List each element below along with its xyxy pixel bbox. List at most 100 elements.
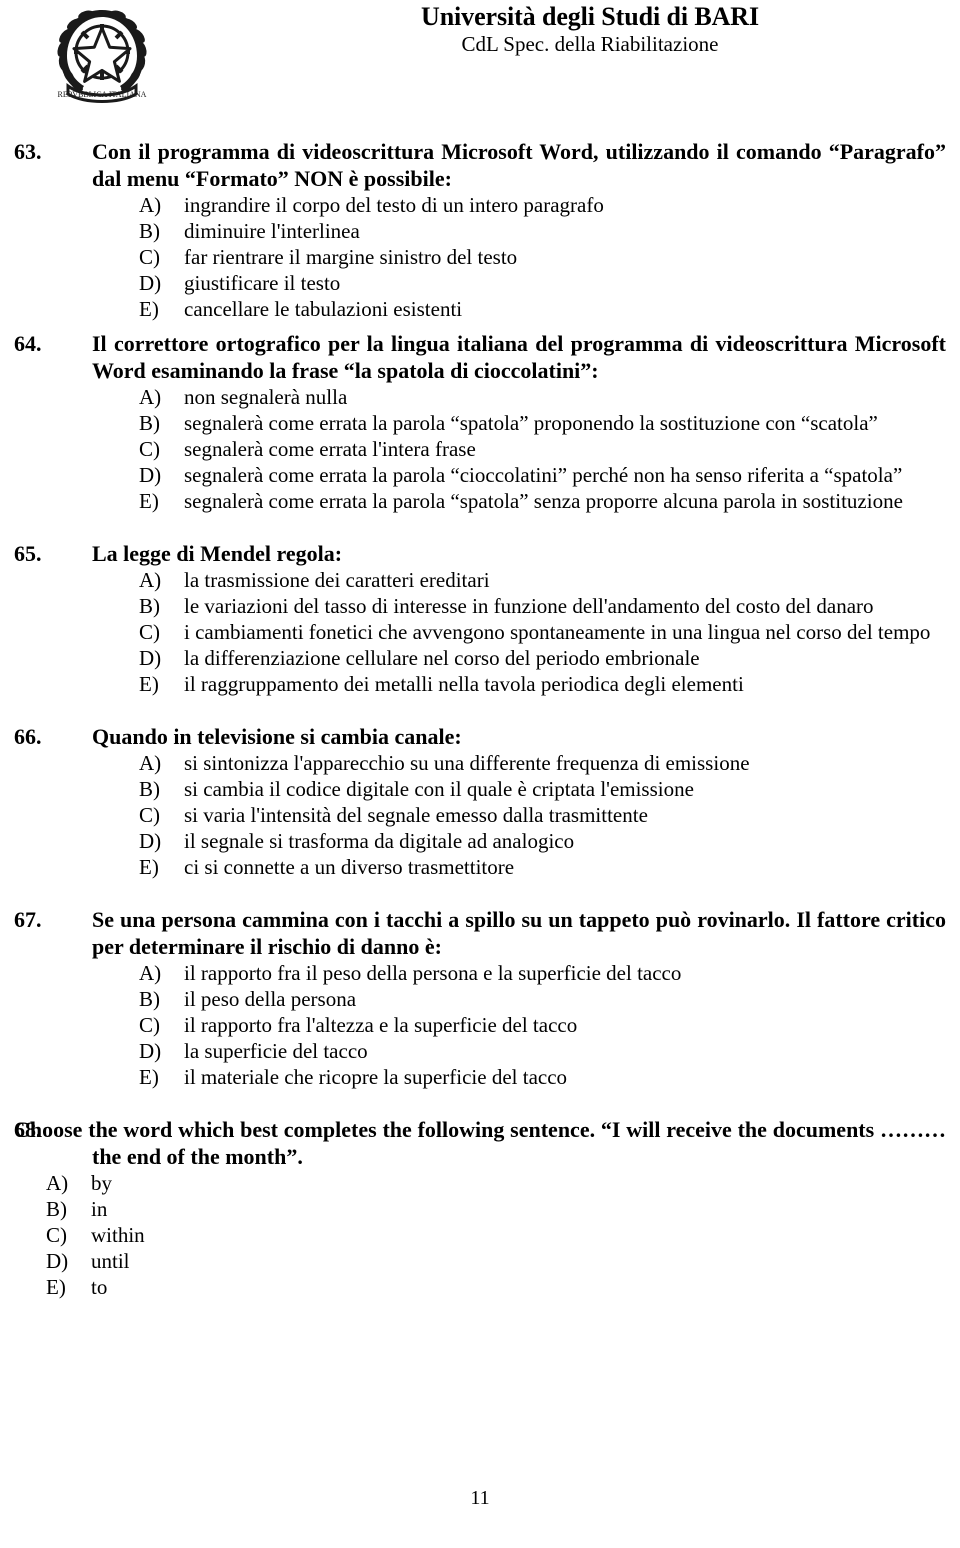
option-letter: C) (46, 1223, 67, 1247)
question-67: 67. Se una persona cammina con i tacchi … (14, 906, 946, 1090)
option-letter: A) (139, 193, 162, 217)
option-text: il raggruppamento dei metalli nella tavo… (184, 672, 744, 696)
option-text: within (91, 1223, 145, 1247)
question-number: 66. (14, 724, 42, 749)
option-text: la superficie del tacco (184, 1039, 368, 1063)
answer-option[interactable]: C) i cambiamenti fonetici che avvengono s… (139, 619, 946, 645)
page-header: REPVBBLICA ITALIANA Università degli Stu… (0, 0, 960, 118)
questions-list: 63. Con il programma di videoscrittura M… (0, 138, 960, 1300)
option-letter: A) (139, 961, 162, 985)
answer-option[interactable]: E) segnalerà come errata la parola “spato… (139, 488, 946, 514)
option-letter: D) (139, 271, 162, 295)
option-letter: E) (139, 297, 159, 321)
option-letter: B) (139, 777, 160, 801)
answer-option[interactable]: A) non segnalerà nulla (139, 384, 946, 410)
option-letter: D) (139, 646, 162, 670)
option-text: to (91, 1275, 108, 1299)
university-name: Università degli Studi di BARI (421, 2, 759, 31)
option-text: by (91, 1171, 112, 1195)
option-text: non segnalerà nulla (184, 385, 348, 409)
question-68: 68. Choose the word which best completes… (14, 1116, 946, 1300)
answer-option[interactable]: E) ci si connette a un diverso trasmettit… (139, 854, 946, 880)
answer-options: A) il rapporto fra il peso della persona … (92, 960, 946, 1090)
answer-option[interactable]: B) si cambia il codice digitale con il qu… (139, 776, 946, 802)
page-footer: 11 (0, 1486, 960, 1510)
question-number: 63. (14, 139, 42, 164)
option-text: ci si connette a un diverso trasmettitor… (184, 855, 515, 879)
question-number: 67. (14, 907, 42, 932)
answer-option[interactable]: C) segnalerà come errata l'intera frase (139, 436, 946, 462)
option-text: far rientrare il margine sinistro del te… (184, 245, 518, 269)
option-text: si varia l'intensità del segnale emesso … (184, 803, 648, 827)
question-stem: Se una persona cammina con i tacchi a sp… (92, 907, 946, 959)
answer-option[interactable]: D) la differenziazione cellulare nel cors… (139, 645, 946, 671)
answer-option[interactable]: A) by (46, 1170, 946, 1196)
answer-option[interactable]: E) to (46, 1274, 946, 1300)
answer-option[interactable]: D) segnalerà come errata la parola “ciocc… (139, 462, 946, 488)
option-letter: B) (139, 219, 160, 243)
option-text: segnalerà come errata l'intera frase (184, 437, 476, 461)
option-text: giustificare il testo (184, 271, 341, 295)
option-text: il peso della persona (184, 987, 357, 1011)
option-text: cancellare le tabulazioni esistenti (184, 297, 463, 321)
answer-option[interactable]: C) far rientrare il margine sinistro del … (139, 244, 946, 270)
option-text: si cambia il codice digitale con il qual… (184, 777, 694, 801)
option-letter: B) (139, 987, 160, 1011)
answer-option[interactable]: B) diminuire l'interlinea (139, 218, 946, 244)
question-65: 65. La legge di Mendel regola: A) la tras… (14, 540, 946, 697)
question-number: 65. (14, 541, 42, 566)
option-text: segnalerà come errata la parola “cioccol… (184, 463, 903, 487)
italian-republic-emblem-icon: REPVBBLICA ITALIANA (48, 2, 156, 106)
option-letter: D) (139, 1039, 162, 1063)
option-letter: D) (139, 463, 162, 487)
option-letter: B) (139, 411, 160, 435)
option-text: la differenziazione cellulare nel corso … (184, 646, 700, 670)
question-stem: Quando in televisione si cambia canale: (92, 724, 462, 749)
answer-option[interactable]: E) il raggruppamento dei metalli nella ta… (139, 671, 946, 697)
option-letter: C) (139, 620, 160, 644)
answer-option[interactable]: D) il segnale si trasforma da digitale ad… (139, 828, 946, 854)
question-66: 66. Quando in televisione si cambia cana… (14, 723, 946, 880)
option-letter: C) (139, 803, 160, 827)
option-text: le variazioni del tasso di interesse in … (184, 594, 874, 618)
answer-option[interactable]: C) si varia l'intensità del segnale emess… (139, 802, 946, 828)
answer-options: A) si sintonizza l'apparecchio su una dif… (92, 750, 946, 880)
option-text: il rapporto fra l'altezza e la superfici… (184, 1013, 578, 1037)
option-text: segnalerà come errata la parola “spatola… (184, 489, 903, 513)
answer-option[interactable]: D) giustificare il testo (139, 270, 946, 296)
option-text: ingrandire il corpo del testo di un inte… (184, 193, 604, 217)
option-text: il materiale che ricopre la superficie d… (184, 1065, 568, 1089)
option-letter: A) (139, 751, 162, 775)
answer-option[interactable]: A) si sintonizza l'apparecchio su una dif… (139, 750, 946, 776)
option-text: i cambiamenti fonetici che avvengono spo… (184, 620, 931, 644)
option-text: il rapporto fra il peso della persona e … (184, 961, 682, 985)
answer-option[interactable]: B) il peso della persona (139, 986, 946, 1012)
answer-option[interactable]: A) ingrandire il corpo del testo di un in… (139, 192, 946, 218)
option-text: in (91, 1197, 108, 1221)
header-title-block: Università degli Studi di BARI CdL Spec.… (380, 2, 800, 57)
answer-option[interactable]: A) la trasmissione dei caratteri ereditar… (139, 567, 946, 593)
answer-option[interactable]: A) il rapporto fra il peso della persona … (139, 960, 946, 986)
answer-option[interactable]: E) il materiale che ricopre la superficie… (139, 1064, 946, 1090)
answer-option[interactable]: C) il rapporto fra l'altezza e la superfi… (139, 1012, 946, 1038)
option-letter: A) (46, 1171, 69, 1195)
answer-option[interactable]: B) segnalerà come errata la parola “spato… (139, 410, 946, 436)
answer-options: A) by B) in C) within D) until E) to (14, 1170, 946, 1300)
option-letter: C) (139, 245, 160, 269)
answer-option[interactable]: B) le variazioni del tasso di interesse i… (139, 593, 946, 619)
option-text: la trasmissione dei caratteri ereditari (184, 568, 490, 592)
option-letter: A) (139, 568, 162, 592)
course-name: CdL Spec. della Riabilitazione (461, 32, 719, 57)
answer-option[interactable]: D) until (46, 1248, 946, 1274)
answer-option[interactable]: D) la superficie del tacco (139, 1038, 946, 1064)
option-letter: B) (46, 1197, 67, 1221)
page-number: 11 (470, 1487, 490, 1509)
answer-option[interactable]: C) within (46, 1222, 946, 1248)
answer-option[interactable]: B) in (46, 1196, 946, 1222)
option-text: si sintonizza l'apparecchio su una diffe… (184, 751, 750, 775)
answer-option[interactable]: E) cancellare le tabulazioni esistenti (139, 296, 946, 322)
option-letter: E) (139, 855, 159, 879)
svg-text:REPVBBLICA ITALIANA: REPVBBLICA ITALIANA (58, 90, 147, 99)
